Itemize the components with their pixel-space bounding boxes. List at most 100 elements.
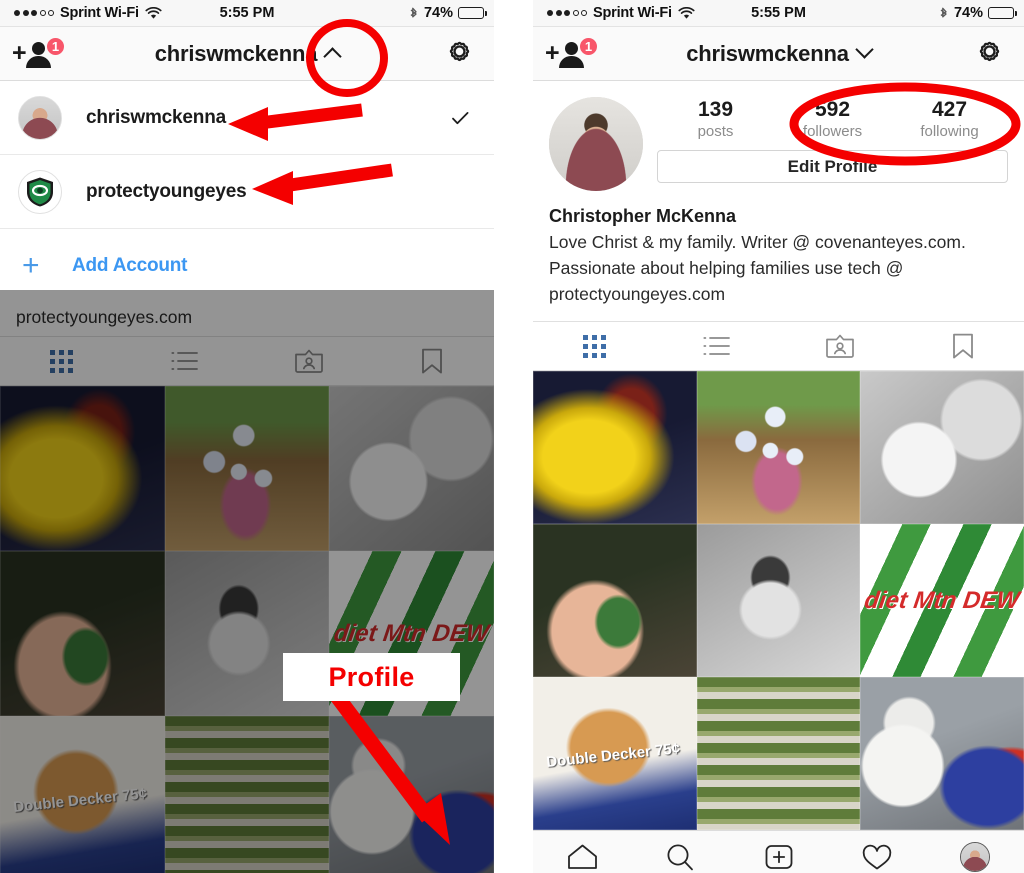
list-icon	[171, 352, 199, 370]
grid-icon	[582, 334, 606, 358]
plus-glyph: +	[12, 39, 27, 67]
post-garden-center-flowers[interactable]	[696, 677, 861, 830]
tagged-photos-tab[interactable]	[779, 322, 902, 370]
plus-icon: +	[22, 249, 40, 282]
post-hummingbird-hand[interactable]	[533, 524, 697, 677]
battery-percent-label: 74%	[423, 5, 453, 21]
profile-stats: 139 posts 592 followers 427 following	[657, 97, 1008, 141]
profile-website-label: protectyoungeyes.com	[16, 307, 193, 327]
tagged-photos-tab[interactable]	[247, 337, 371, 385]
post-bw-kid-selfie[interactable]	[329, 386, 494, 551]
add-user-icon: + 1	[12, 36, 66, 71]
post-diet-mtn-dew[interactable]: diet Mtn DEW	[860, 524, 1024, 677]
profile-stat-posts[interactable]: 139 posts	[657, 97, 774, 141]
checkmark-icon	[452, 111, 469, 124]
profile-stat-value: 592	[814, 98, 851, 121]
account-row-chriswmckenna[interactable]: chriswmckenna	[0, 81, 494, 155]
nav-bar: + 1 chriswmckenna	[0, 27, 494, 81]
account-switcher-button[interactable]: chriswmckenna	[686, 40, 874, 67]
edit-profile-button[interactable]: Edit Profile	[657, 150, 1008, 183]
profile-avatar[interactable]	[549, 97, 643, 191]
grid-icon	[50, 349, 74, 373]
photo-grid: diet Mtn DEW Double Decker 75¢	[0, 386, 494, 873]
person-card-icon	[294, 349, 323, 373]
profile-stat-value: 139	[697, 98, 734, 121]
avatar	[18, 169, 62, 214]
profile-bio-line-1: Love Christ & my family. Writer @ covena…	[549, 232, 966, 252]
post-hummingbird-hand[interactable]	[0, 551, 165, 716]
post-caption-overlay: Double Decker 75¢	[12, 784, 148, 816]
home-tab[interactable]	[533, 843, 631, 871]
add-user-button[interactable]: + 1	[12, 36, 66, 71]
bluetooth-icon	[940, 7, 947, 17]
post-snowman-kid[interactable]	[329, 716, 494, 873]
new-post-tab[interactable]	[729, 842, 827, 872]
saved-tab[interactable]	[901, 322, 1024, 370]
post-bw-man-car-selfie[interactable]	[696, 524, 861, 677]
add-user-icon: + 1	[545, 36, 599, 71]
profile-header-right: 139 posts 592 followers 427 following Edit Pr…	[657, 97, 1008, 191]
account-username: chriswmckenna	[86, 106, 226, 128]
grid-view-tab[interactable]	[533, 322, 656, 370]
screenshot-stage: Sprint Wi-Fi 5:55 PM 74% + 1 chriswmcken…	[0, 0, 1024, 873]
person-body-shape	[559, 56, 584, 68]
settings-button[interactable]	[975, 40, 1004, 74]
person-card-icon	[826, 334, 854, 358]
bookmark-icon	[952, 333, 973, 358]
battery-percent-label: 74%	[953, 5, 983, 21]
notification-badge: 1	[45, 36, 66, 57]
post-family-helmets[interactable]	[164, 386, 330, 551]
post-yellow-sportscar[interactable]	[533, 371, 697, 524]
nav-title-label: chriswmckenna	[686, 40, 849, 66]
add-account-button[interactable]: + Add Account	[0, 229, 494, 303]
post-garden-center-flowers[interactable]	[164, 716, 330, 873]
grid-view-tab[interactable]	[0, 337, 124, 385]
post-caption-overlay: Double Decker 75¢	[545, 740, 681, 772]
avatar-icon	[959, 842, 990, 872]
add-account-label: Add Account	[72, 255, 188, 276]
profile-stat-label: posts	[697, 123, 734, 140]
post-yellow-sportscar[interactable]	[0, 386, 165, 551]
settings-button[interactable]	[445, 40, 474, 74]
profile-stat-value: 427	[931, 98, 968, 121]
account-username: protectyoungeyes	[86, 180, 247, 202]
bottom-tab-bar	[533, 830, 1024, 873]
account-row-protectyoungeyes[interactable]: protectyoungeyes	[0, 155, 494, 229]
person-head-shape	[565, 42, 578, 55]
search-tab[interactable]	[631, 842, 729, 872]
status-bar: Sprint Wi-Fi 5:55 PM 74%	[0, 0, 494, 27]
list-view-tab[interactable]	[656, 322, 779, 370]
profile-tab-strip	[0, 336, 494, 386]
post-bw-kid-selfie[interactable]	[860, 371, 1024, 524]
profile-bio: Christopher McKenna Love Christ & my fam…	[533, 191, 1024, 321]
profile-stat-followers[interactable]: 592 followers	[774, 97, 891, 141]
account-switcher-button[interactable]: chriswmckenna	[154, 40, 342, 67]
search-icon	[667, 844, 694, 871]
bluetooth-icon	[410, 7, 417, 17]
add-user-button[interactable]: + 1	[545, 36, 599, 71]
chevron-down-icon	[855, 40, 874, 59]
nav-bar: + 1 chriswmckenna	[533, 27, 1024, 81]
profile-callout-label: Profile	[283, 653, 460, 701]
profile-full-name: Christopher McKenna	[549, 206, 737, 226]
post-caption-overlay: diet Mtn DEW	[863, 586, 1022, 614]
profile-bio-line-3: protectyoungeyes.com	[549, 284, 726, 304]
plus-square-icon	[765, 845, 792, 869]
post-little-debbie-oatmeal[interactable]: Double Decker 75¢	[0, 716, 165, 873]
profile-stat-following[interactable]: 427 following	[891, 97, 1008, 141]
profile-tab[interactable]	[926, 842, 1024, 872]
list-view-tab[interactable]	[124, 337, 248, 385]
profile-header: 139 posts 592 followers 427 following Edit Pr…	[533, 81, 1024, 191]
nav-title-label: chriswmckenna	[154, 40, 318, 66]
status-bar-right: 74%	[938, 5, 1017, 21]
status-bar-right: 74%	[408, 5, 487, 21]
saved-tab[interactable]	[371, 337, 495, 385]
photo-grid: diet Mtn DEW Double Decker 75¢	[533, 371, 1024, 830]
account-switcher-dropdown: chriswmckenna protectyoungeyes + Add Acc…	[0, 81, 494, 303]
activity-tab[interactable]	[828, 843, 926, 872]
post-snowman-kid[interactable]	[860, 677, 1024, 830]
gear-icon	[449, 41, 470, 62]
post-family-helmets[interactable]	[696, 371, 861, 524]
post-little-debbie-oatmeal[interactable]: Double Decker 75¢	[533, 677, 697, 830]
list-icon	[703, 337, 731, 355]
